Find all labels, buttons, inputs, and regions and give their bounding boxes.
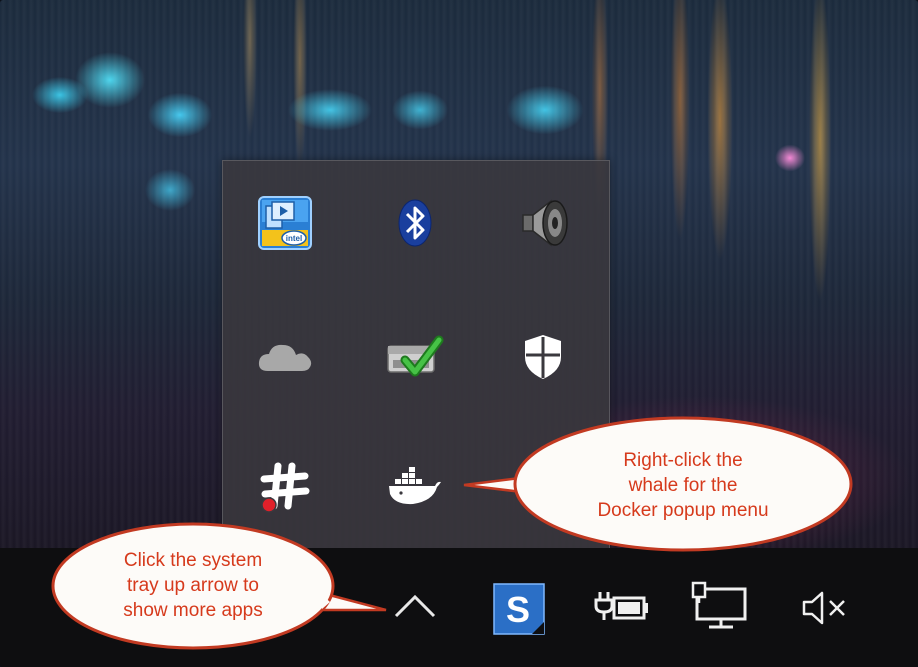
screenshot-stage: intel S Right-click the whale for the Do…: [0, 0, 918, 667]
tray-callout-line: show more apps: [123, 600, 263, 621]
docker-callout-line: Docker popup menu: [597, 500, 769, 521]
tray-callout-line: tray up arrow to: [127, 575, 259, 596]
tray-callout-line: Click the system: [123, 550, 263, 571]
tray-callout-text: Click the system tray up arrow to show m…: [78, 548, 308, 623]
docker-callout-pointer: [463, 476, 524, 494]
docker-callout-line: whale for the: [628, 475, 738, 496]
docker-callout-text: Right-click the whale for the Docker pop…: [560, 448, 806, 523]
docker-callout-line: Right-click the: [623, 450, 743, 471]
